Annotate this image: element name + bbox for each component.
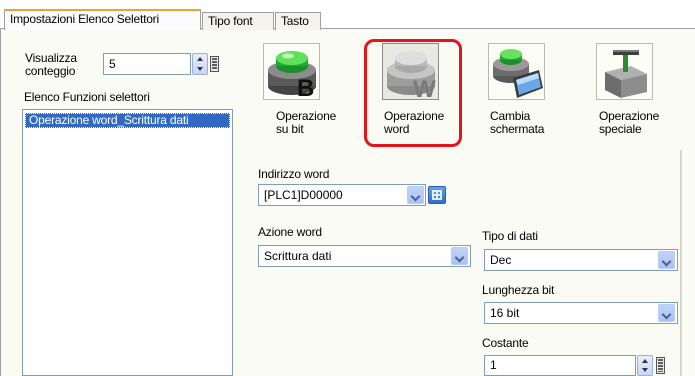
bit-length-dropdown-button[interactable] [658, 304, 675, 322]
panel-left-edge [0, 29, 1, 376]
tab-impostazioni-elenco-selettori[interactable]: Impostazioni Elenco Selettori [4, 9, 201, 30]
word-address-input[interactable]: [PLC1]D00000 [258, 184, 426, 206]
bit-length-label: Lunghezza bit [482, 283, 555, 297]
special-operation-button[interactable] [596, 43, 653, 100]
operation-bit-label: Operazione su bit [276, 109, 337, 136]
constant-keypad-icon[interactable] [656, 357, 665, 374]
selector-function-list[interactable]: Operazione word_Scrittura dati [22, 109, 233, 376]
word-action-label: Azione word [258, 225, 322, 239]
button-bit-icon: B [268, 51, 316, 102]
tab-tasto[interactable]: Tasto [275, 12, 321, 30]
tab-tipo-font[interactable]: Tipo font [202, 12, 274, 30]
word-action-dropdown-button[interactable] [451, 247, 468, 265]
constant-spinner[interactable] [637, 355, 653, 376]
list-item[interactable]: Operazione word_Scrittura dati [25, 113, 230, 128]
special-operation-icon [605, 50, 647, 98]
bit-length-select[interactable]: 16 bit [484, 302, 678, 324]
special-operation-label: Operazione speciale [599, 109, 660, 136]
selection-highlight [364, 39, 462, 147]
constant-input[interactable]: 1 [484, 355, 636, 376]
operation-bit-button[interactable]: B [263, 43, 320, 102]
screen-change-label: Cambia schermata [490, 109, 545, 136]
display-count-label: Visualizza conteggio [25, 51, 77, 78]
display-count-input[interactable]: 5 [103, 53, 191, 75]
data-type-label: Tipo di dati [482, 229, 538, 243]
constant-label: Costante [482, 336, 529, 350]
word-address-dropdown-button[interactable] [407, 186, 424, 204]
word-address-label: Indirizzo word [258, 167, 330, 181]
selector-function-list-title: Elenco Funzioni selettori [24, 90, 150, 104]
screen-change-icon [493, 49, 543, 98]
svg-text:B: B [297, 75, 314, 101]
right-divider [680, 150, 682, 376]
data-type-dropdown-button[interactable] [658, 251, 675, 269]
display-count-spinner[interactable] [192, 53, 208, 75]
data-type-select[interactable]: Dec [484, 249, 678, 271]
screen-change-button[interactable] [488, 43, 545, 100]
display-count-keypad-icon[interactable] [210, 56, 219, 72]
word-address-keypad-icon[interactable] [428, 186, 446, 204]
word-action-select[interactable]: Scrittura dati [258, 245, 471, 267]
